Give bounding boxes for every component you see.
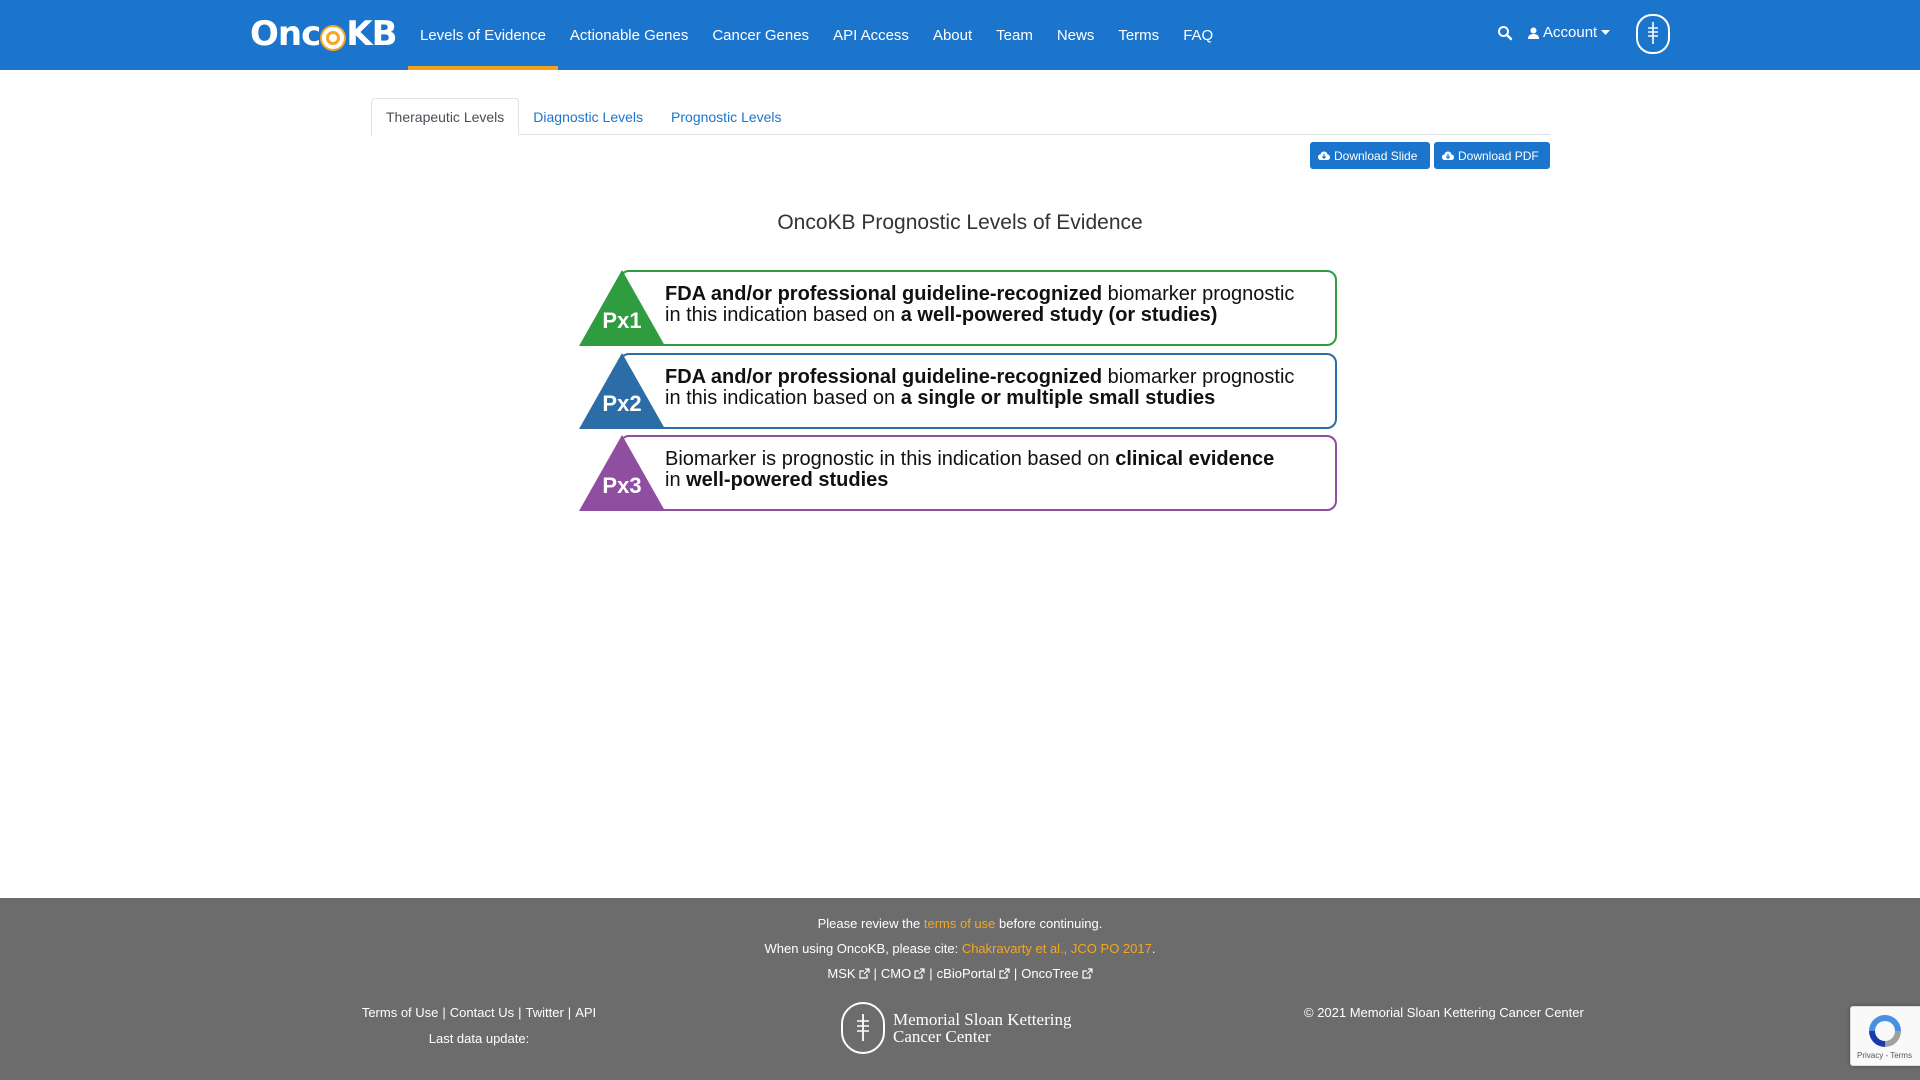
copyright: © 2021 Memorial Sloan Kettering Cancer C… [1304,1005,1584,1020]
ext-link-msk[interactable]: MSK [827,966,870,981]
citation-link[interactable]: Chakravarty et al., JCO PO 2017 [962,941,1152,956]
nav-cancer-genes[interactable]: Cancer Genes [700,0,821,70]
page-title: OncoKB Prognostic Levels of Evidence [777,211,1143,234]
desc-text: in this indication based on [665,387,901,409]
ext-link-label: cBioPortal [936,966,996,981]
nav-about[interactable]: About [921,0,984,70]
tab-prognostic-levels[interactable]: Prognostic Levels [657,98,796,135]
footer-contact-link[interactable]: Contact Us [450,1005,514,1020]
external-link-icon [858,968,870,979]
footer-left: Terms of Use | Contact Us | Twitter | API Last… [359,1005,599,1057]
external-links: MSK | CMO | cBioPortal | OncoTree [0,966,1920,981]
level-description: FDA and/or professional guideline-recogn… [665,284,1325,326]
external-link-icon [1082,968,1093,979]
level-label: Px1 [602,308,642,333]
desc-text: Biomarker is prognostic in this indicati… [665,448,1116,470]
account-label: Account [1543,24,1598,41]
level-description: FDA and/or professional guideline-recogn… [665,367,1325,409]
nav-team[interactable]: Team [984,0,1045,70]
msk-footer-logo[interactable]: Memorial Sloan Kettering Cancer Center [841,1002,1071,1054]
recaptcha-text: Privacy - Terms [1857,1051,1912,1060]
terms-of-use-link[interactable]: terms of use [924,916,996,931]
external-link-icon [999,968,1010,979]
logo-text-pre: Onc [250,14,321,54]
level-description: Biomarker is prognostic in this indicati… [665,449,1325,491]
recaptcha-badge[interactable]: Privacy - Terms [1850,1006,1920,1066]
footer-terms-link[interactable]: Terms of Use [362,1005,439,1020]
msk-emblem-icon[interactable] [1636,14,1670,54]
account-menu[interactable]: Account [1528,24,1611,41]
recaptcha-icon [1869,1015,1901,1047]
level-px2: Px2 FDA and/or professional guideline-re… [579,353,1339,429]
nav-api-access[interactable]: API Access [821,0,921,70]
msk-emblem-icon [841,1002,885,1054]
target-logo-icon [322,27,345,49]
tab-therapeutic-levels[interactable]: Therapeutic Levels [371,98,520,136]
ext-link-oncotree[interactable]: OncoTree [1021,966,1093,981]
levels-tabs: Therapeutic Levels Diagnostic Levels Pro… [371,98,1550,136]
external-link-icon [914,968,925,979]
terms-notice: Please review the terms of use before co… [0,916,1920,931]
terms-notice-text: Please review the [817,916,924,931]
user-icon [1528,27,1539,39]
download-pdf-button[interactable]: Download PDF [1434,142,1550,169]
download-slide-label: Download Slide [1334,148,1418,163]
cloud-download-icon [1318,151,1330,160]
desc-text: biomarker prognostic [1102,283,1295,305]
cloud-download-icon [1442,151,1454,160]
nav-levels-of-evidence[interactable]: Levels of Evidence [408,0,558,70]
ext-link-label: OncoTree [1021,966,1079,981]
download-pdf-label: Download PDF [1458,148,1539,163]
level-label: Px2 [602,391,642,416]
caret-down-icon [1601,29,1611,35]
citation-text: When using OncoKB, please cite: [764,941,962,956]
desc-bold: a single or multiple small studies [900,387,1216,409]
ext-link-label: MSK [827,966,856,981]
oncokb-logo[interactable]: Onc KB [250,14,398,54]
msk-name-line: Cancer Center [893,1027,991,1046]
msk-name-line: Memorial Sloan Kettering [893,1010,1072,1029]
desc-bold: well-powered studies [686,469,889,491]
footer: Please review the terms of use before co… [0,898,1920,1080]
download-slide-button[interactable]: Download Slide [1310,142,1430,169]
level-px1: Px1 FDA and/or professional guideline-re… [579,270,1339,346]
top-navbar: Onc KB Levels of Evidence Actionable Gen… [0,0,1920,70]
desc-bold: FDA and/or professional guideline-recogn… [665,283,1103,305]
footer-api-link[interactable]: API [575,1005,596,1020]
desc-bold: a well-powered study (or studies) [900,304,1218,326]
desc-text: in [665,469,687,491]
citation-notice: When using OncoKB, please cite: Chakrava… [0,941,1920,956]
msk-name: Memorial Sloan Kettering Cancer Center [893,1011,1071,1045]
desc-text: in this indication based on [665,304,901,326]
desc-text: biomarker prognostic [1102,366,1295,388]
logo-text-post: KB [346,14,397,54]
nav-faq[interactable]: FAQ [1171,0,1225,70]
footer-twitter-link[interactable]: Twitter [526,1005,564,1020]
desc-bold: clinical evidence [1115,448,1275,470]
nav-actionable-genes[interactable]: Actionable Genes [558,0,700,70]
tab-diagnostic-levels[interactable]: Diagnostic Levels [519,98,657,135]
search-icon[interactable] [1497,25,1513,41]
main-nav: Levels of Evidence Actionable Genes Canc… [408,0,1225,70]
level-px3: Px3 Biomarker is prognostic in this indi… [579,435,1339,511]
level-label: Px3 [602,473,642,498]
desc-bold: FDA and/or professional guideline-recogn… [665,366,1103,388]
citation-text: . [1151,941,1156,956]
ext-link-label: CMO [880,966,912,981]
ext-link-cmo[interactable]: CMO [881,966,925,981]
terms-notice-text: before continuing. [995,916,1103,931]
last-data-update: Last data update: [428,1031,530,1046]
ext-link-cbioportal[interactable]: cBioPortal [937,966,1010,981]
nav-news[interactable]: News [1045,0,1107,70]
nav-terms[interactable]: Terms [1106,0,1171,70]
